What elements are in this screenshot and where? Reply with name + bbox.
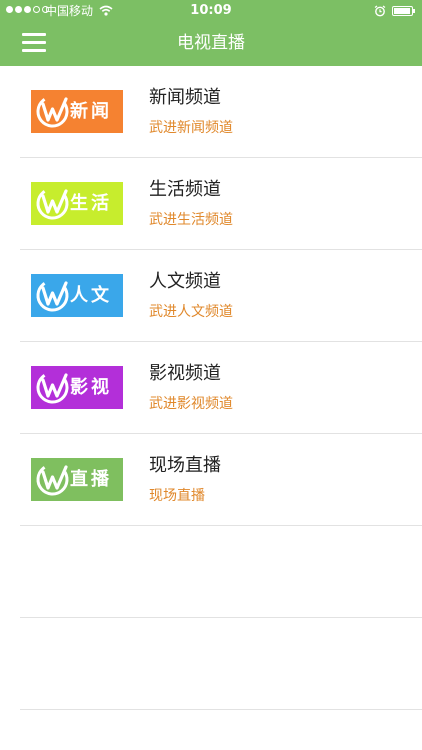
channel-logo-text: 新闻 <box>70 101 112 122</box>
channel-logo-text: 生活 <box>70 193 112 214</box>
wujin-logo-icon <box>36 95 69 128</box>
empty-row <box>20 526 422 618</box>
channel-row-culture[interactable]: 人文 人文频道 武进人文频道 <box>20 250 422 342</box>
page-title: 电视直播 <box>177 33 245 53</box>
channel-logo: 直播 <box>31 458 123 501</box>
empty-row <box>20 618 422 710</box>
wujin-logo-icon <box>36 463 69 496</box>
channel-subtitle: 武进影视频道 <box>149 396 233 412</box>
channel-logo-text: 人文 <box>70 285 112 306</box>
channel-logo-text: 直播 <box>70 469 112 490</box>
nav-bar: 电视直播 <box>0 22 422 66</box>
channel-row-film[interactable]: 影视 影视频道 武进影视频道 <box>20 342 422 434</box>
battery-icon <box>392 6 413 16</box>
channel-title: 影视频道 <box>149 363 221 384</box>
channel-logo-text: 影视 <box>70 377 112 398</box>
status-time: 10:09 <box>190 3 232 18</box>
channel-subtitle: 武进人文频道 <box>149 304 233 320</box>
channel-row-news[interactable]: 新闻 新闻频道 武进新闻频道 <box>20 66 422 158</box>
channel-title: 新闻频道 <box>149 87 221 108</box>
channel-subtitle: 武进新闻频道 <box>149 120 233 136</box>
channel-logo: 人文 <box>31 274 123 317</box>
wujin-logo-icon <box>36 187 69 220</box>
channel-logo: 影视 <box>31 366 123 409</box>
channel-title: 现场直播 <box>149 455 221 476</box>
wujin-logo-icon <box>36 279 69 312</box>
channel-subtitle: 武进生活频道 <box>149 212 233 228</box>
channel-row-live[interactable]: 直播 现场直播 现场直播 <box>20 434 422 526</box>
alarm-icon <box>374 5 386 20</box>
channel-title: 生活频道 <box>149 179 221 200</box>
app-header: 中国移动 10:09 电视直播 <box>0 0 422 66</box>
channel-subtitle: 现场直播 <box>149 488 205 504</box>
channel-logo: 生活 <box>31 182 123 225</box>
channel-logo: 新闻 <box>31 90 123 133</box>
channel-title: 人文频道 <box>149 271 221 292</box>
status-bar: 中国移动 10:09 <box>0 0 422 22</box>
wujin-logo-icon <box>36 371 69 404</box>
channel-row-life[interactable]: 生活 生活频道 武进生活频道 <box>20 158 422 250</box>
app-screen: 中国移动 10:09 电视直播 新闻 新闻频道 武进新闻频道 生活 生活频道 武… <box>0 0 422 750</box>
channel-list: 新闻 新闻频道 武进新闻频道 生活 生活频道 武进生活频道 人文 人文频道 武进… <box>0 66 422 710</box>
